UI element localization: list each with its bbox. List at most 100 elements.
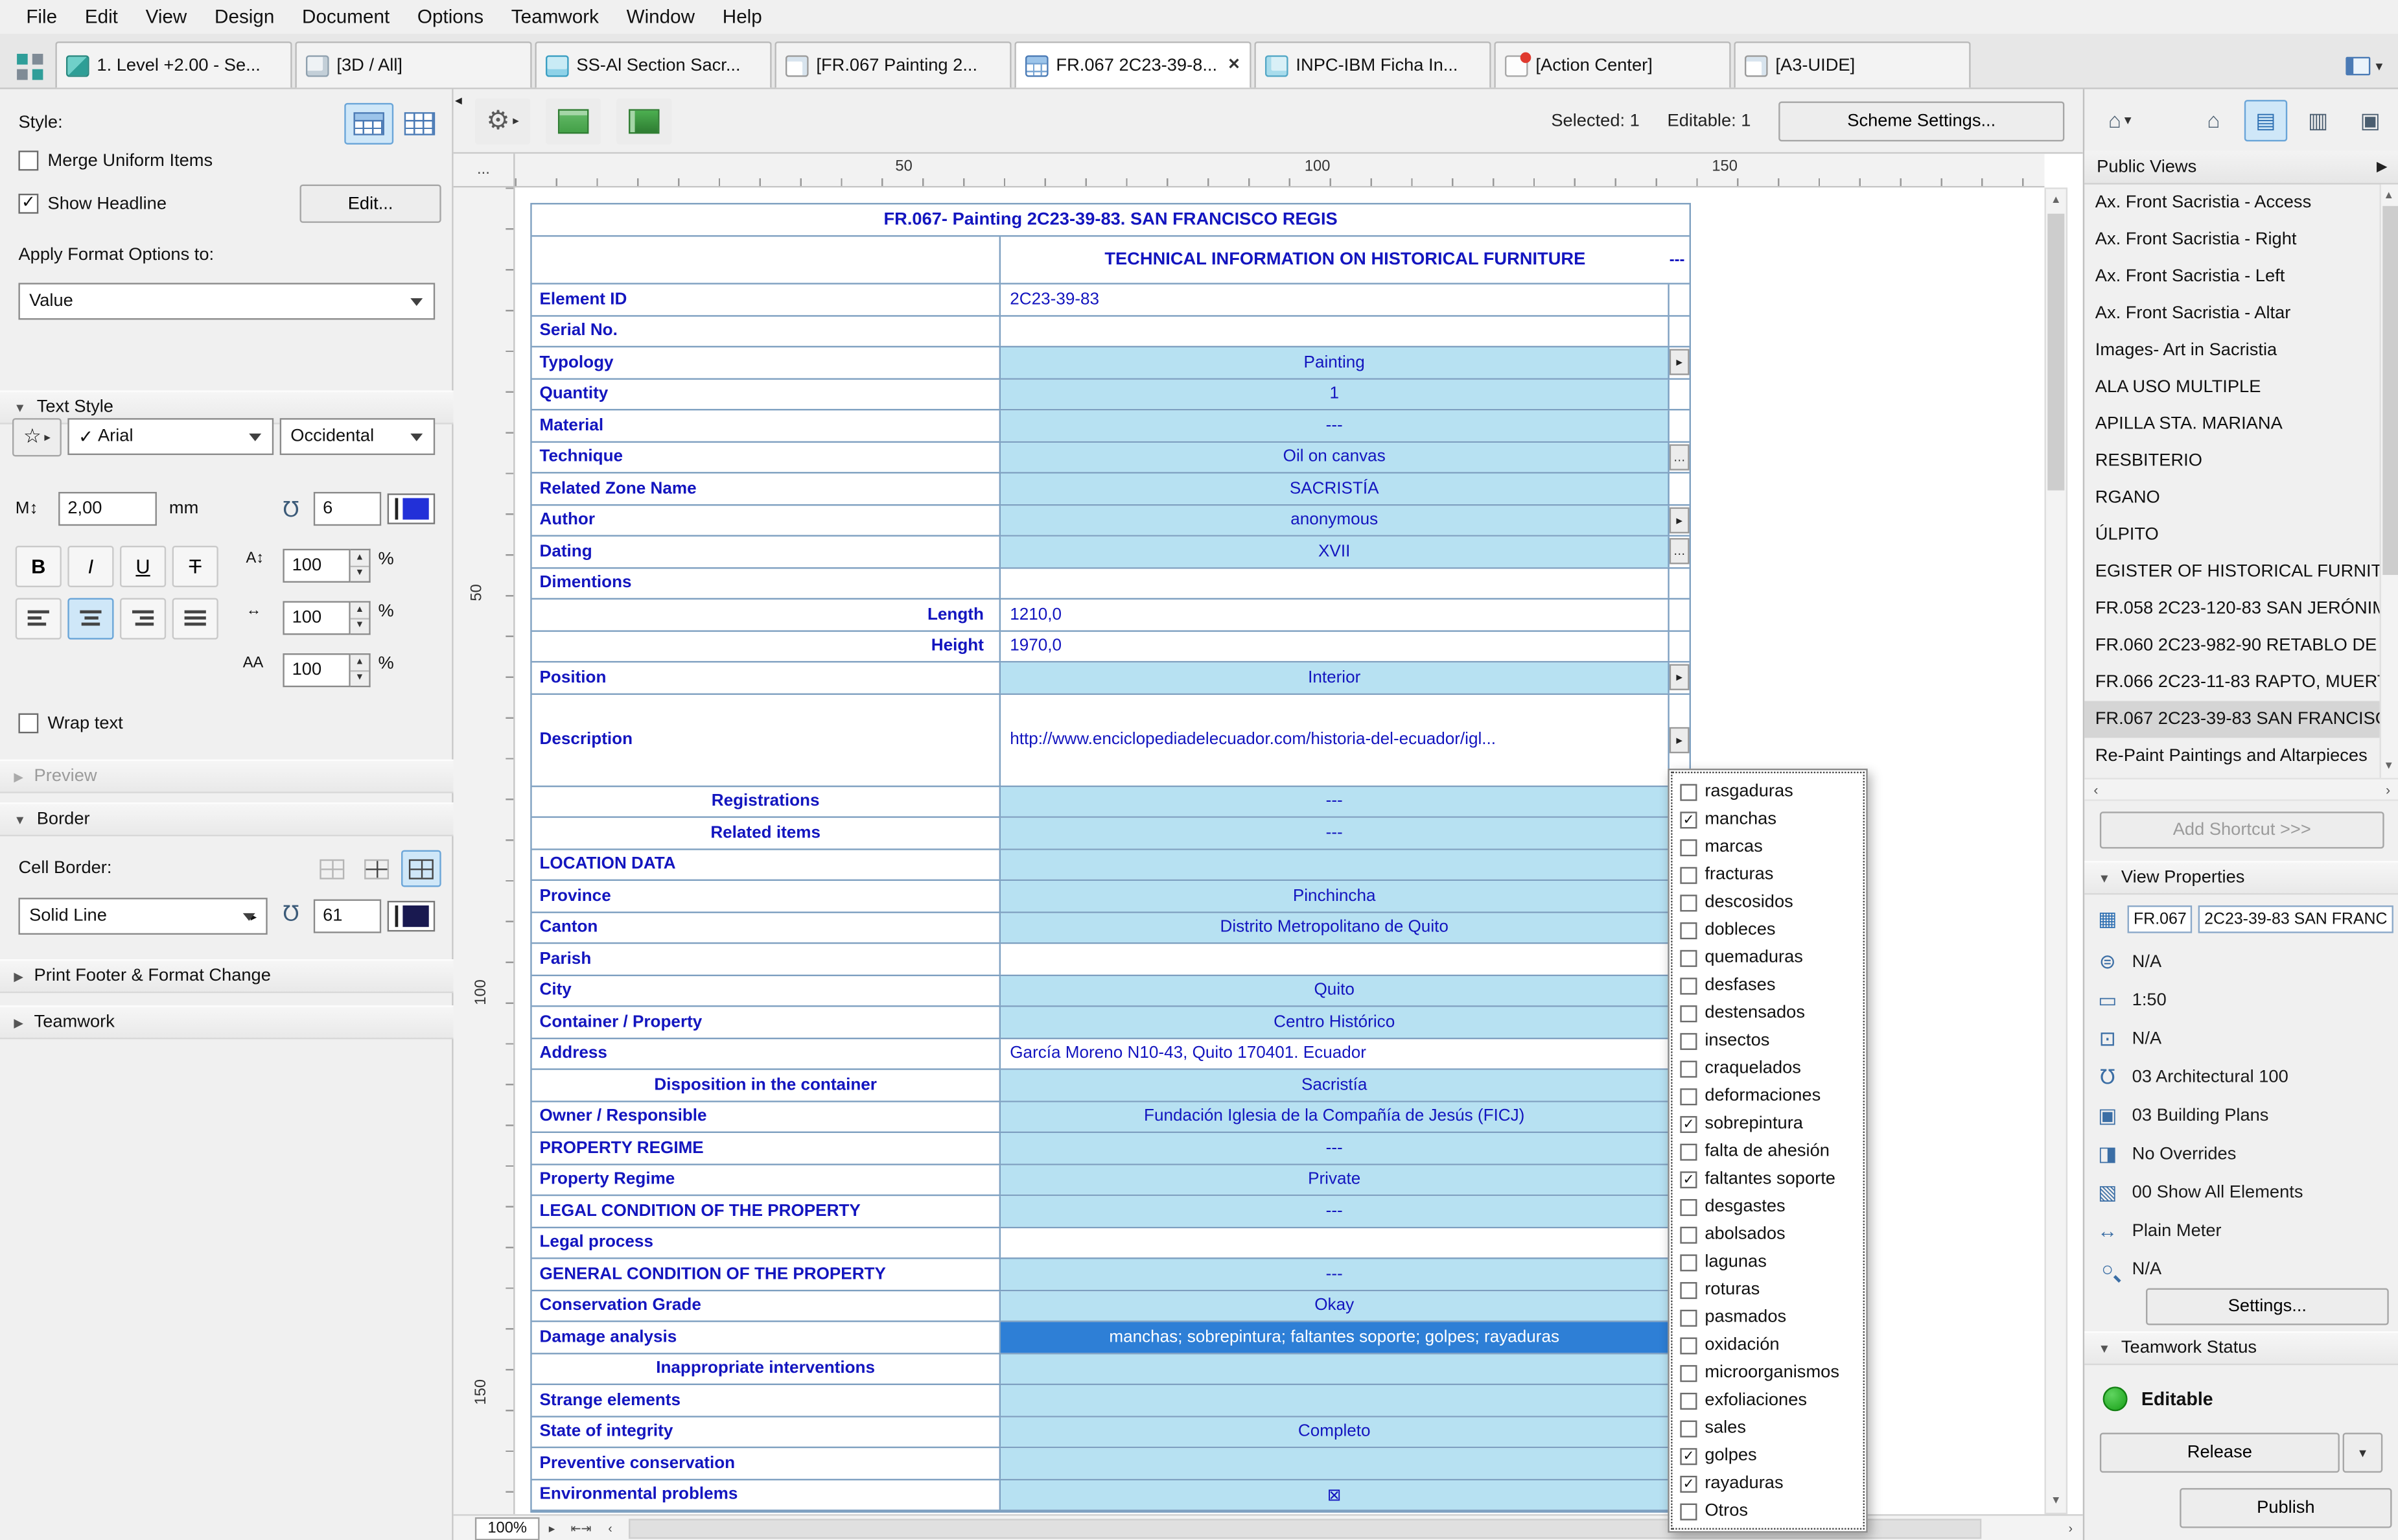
menu-item-window[interactable]: Window — [612, 3, 708, 31]
row-value[interactable]: Pinchincha — [1001, 881, 1670, 911]
tab-8[interactable]: [A3-UIDE] — [1734, 41, 1970, 88]
ruler-origin-button[interactable]: ... — [454, 154, 515, 187]
view-item[interactable]: FR.066 2C23-11-83 RAPTO, MUERT — [2084, 664, 2398, 701]
views-list-hscrollbar[interactable]: ‹ › — [2084, 778, 2398, 801]
damage-option[interactable]: abolsados — [1680, 1220, 1866, 1248]
damage-option[interactable]: exfoliaciones — [1680, 1386, 1866, 1414]
row-value[interactable]: Interior — [1001, 662, 1670, 692]
scheme-settings-button[interactable]: Scheme Settings... — [1778, 100, 2064, 141]
row-value[interactable]: 1 — [1001, 379, 1670, 409]
expand-arrow-button[interactable]: ▸ — [1670, 507, 1690, 533]
align-left-button[interactable] — [16, 597, 62, 638]
view-item[interactable]: EGISTER OF HISTORICAL FURNITURE — [2084, 554, 2398, 590]
row-value[interactable] — [1001, 1228, 1670, 1257]
border-section-header[interactable]: ▼ Border — [0, 802, 454, 836]
row-value[interactable]: Painting — [1001, 347, 1670, 377]
damage-option[interactable]: lagunas — [1680, 1248, 1866, 1276]
row-value[interactable]: --- — [1001, 818, 1670, 848]
menu-item-options[interactable]: Options — [404, 3, 498, 31]
row-value[interactable] — [1001, 1448, 1670, 1478]
row-value[interactable]: --- — [1001, 786, 1670, 816]
scheme-options-button[interactable]: ⚙ ▸ — [475, 98, 530, 144]
tab-overflow-button[interactable]: ▾ — [2340, 45, 2389, 88]
damage-option[interactable]: Otros — [1680, 1497, 1866, 1525]
row-value[interactable]: Quito — [1001, 975, 1670, 1005]
font-family-select[interactable]: ✓ Arial — [67, 418, 274, 455]
row-value[interactable]: http://www.enciclopediadelecuador.com/hi… — [1001, 694, 1670, 785]
menu-item-design[interactable]: Design — [201, 3, 288, 31]
view-item[interactable]: Re-Paint Paintings and Altarpieces — [2084, 738, 2398, 775]
row-value[interactable]: ⊠ — [1001, 1480, 1670, 1510]
view-map-button[interactable]: ▤ — [2244, 99, 2287, 141]
view-name-field[interactable]: 2C23-39-83 SAN FRANC — [2198, 905, 2393, 933]
apply-format-select[interactable]: Value — [18, 283, 435, 320]
scrollbar-thumb[interactable] — [2047, 214, 2064, 491]
row-value[interactable]: 2C23-39-83 — [1001, 285, 1670, 314]
row-value[interactable]: Completo — [1001, 1417, 1670, 1447]
row-value[interactable]: 1970,0 — [1001, 631, 1670, 661]
damage-option[interactable]: descosidos — [1680, 889, 1866, 916]
font-script-select[interactable]: Occidental — [280, 418, 436, 455]
damage-option[interactable]: marcas — [1680, 834, 1866, 861]
view-item[interactable]: Ax. Front Sacristia - Access — [2084, 185, 2398, 222]
close-icon[interactable]: ✕ — [1228, 57, 1240, 74]
row-value[interactable] — [1001, 568, 1670, 598]
release-dropdown-button[interactable]: ▾ — [2343, 1433, 2383, 1473]
expand-arrow-button[interactable]: ▸ — [1670, 664, 1690, 690]
scroll-right-icon[interactable]: › — [2377, 782, 2398, 797]
row-value[interactable]: Centro Histórico — [1001, 1007, 1670, 1037]
view-id-field[interactable]: FR.067 — [2128, 905, 2193, 933]
publisher-button[interactable]: ▣ — [2349, 99, 2392, 141]
scroll-down-icon[interactable]: ▼ — [2046, 1489, 2066, 1513]
border-all-button[interactable] — [401, 850, 441, 887]
view-item[interactable]: ALA USO MULTIPLE — [2084, 369, 2398, 406]
tab-1[interactable]: 1. Level +2.00 - Se... — [55, 41, 292, 88]
spacing-factor-stepper[interactable]: ▲▼ — [351, 653, 371, 687]
add-shortcut-button[interactable]: Add Shortcut >>> — [2100, 811, 2384, 848]
collapse-left-panel-icon[interactable]: ◂ — [455, 92, 462, 109]
row-value[interactable] — [1001, 316, 1670, 345]
damage-option[interactable]: sales — [1680, 1414, 1866, 1442]
view-item[interactable]: FR.058 2C23-120-83 SAN JERÓNIM — [2084, 590, 2398, 627]
row-value[interactable]: anonymous — [1001, 505, 1670, 535]
scroll-up-icon[interactable]: ▲ — [2381, 185, 2397, 208]
damage-option[interactable]: manchas — [1680, 806, 1866, 834]
row-value[interactable]: Fundación Iglesia de la Compañía de Jesú… — [1001, 1101, 1670, 1131]
damage-option[interactable]: destensados — [1680, 999, 1866, 1027]
menu-item-document[interactable]: Document — [288, 3, 404, 31]
expand-arrow-button[interactable]: ▸ — [1670, 349, 1690, 375]
project-map-button[interactable]: ⌂ — [2192, 99, 2235, 141]
row-value[interactable]: --- — [1001, 1259, 1670, 1289]
damage-option[interactable]: fracturas — [1680, 861, 1866, 889]
merge-uniform-items-checkbox[interactable]: Merge Uniform Items — [0, 150, 213, 170]
height-factor-input[interactable]: 100 — [283, 549, 350, 583]
menu-item-view[interactable]: View — [132, 3, 200, 31]
align-right-button[interactable] — [120, 597, 166, 638]
border-pen-color-swatch[interactable] — [388, 901, 436, 931]
damage-option[interactable]: roturas — [1680, 1276, 1866, 1304]
row-value[interactable] — [1001, 1353, 1670, 1383]
damage-option[interactable]: deformaciones — [1680, 1082, 1866, 1110]
row-value[interactable]: --- — [1001, 1133, 1670, 1163]
vertical-scrollbar[interactable]: ▲ ▼ — [2044, 187, 2067, 1514]
view-item[interactable]: RESBITERIO — [2084, 443, 2398, 480]
border-pen-input[interactable]: 61 — [314, 899, 381, 933]
damage-option[interactable]: falta de ahesión — [1680, 1138, 1866, 1165]
height-factor-stepper[interactable]: ▲▼ — [351, 549, 371, 583]
menu-item-file[interactable]: File — [12, 3, 71, 31]
preview-section-header[interactable]: ▶ Preview — [0, 760, 454, 793]
spacing-factor-input[interactable]: 100 — [283, 653, 350, 687]
strikethrough-button[interactable]: T — [172, 545, 218, 587]
damage-option[interactable]: faltantes soporte — [1680, 1165, 1866, 1193]
quick-options-button[interactable] — [9, 45, 49, 88]
damage-option[interactable]: quemaduras — [1680, 944, 1866, 972]
view-item[interactable]: Images- Art in Sacristia — [2084, 332, 2398, 369]
width-factor-stepper[interactable]: ▲▼ — [351, 601, 371, 635]
update-schedule-button[interactable] — [616, 98, 671, 144]
row-value[interactable]: SACRISTÍA — [1001, 474, 1670, 504]
view-item[interactable]: ÚLPITO — [2084, 517, 2398, 554]
view-item[interactable]: RGANO — [2084, 480, 2398, 517]
release-button[interactable]: Release — [2100, 1433, 2340, 1473]
view-settings-button[interactable]: Settings... — [2146, 1289, 2389, 1325]
line-type-select[interactable]: Solid Line ▸ — [18, 898, 267, 935]
